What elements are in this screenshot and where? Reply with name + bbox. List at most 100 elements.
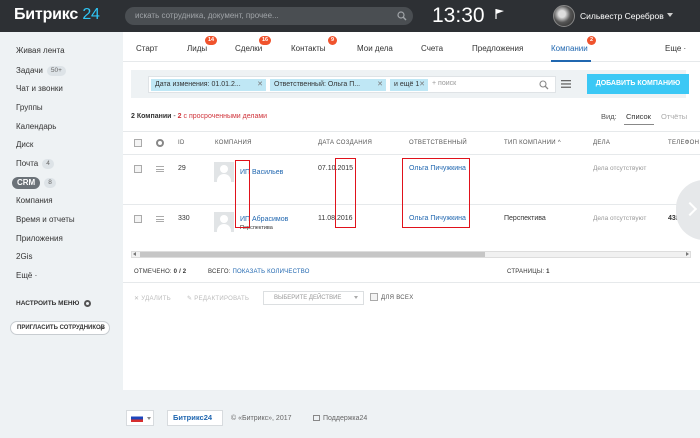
cell-id: 330: [178, 215, 190, 222]
column-header-deals[interactable]: ДЕЛА: [593, 140, 610, 146]
tab-leads[interactable]: Лиды: [187, 44, 207, 53]
show-count-link[interactable]: ПОКАЗАТЬ КОЛИЧЕСТВО: [232, 269, 309, 275]
sidebar-item-time-reports[interactable]: Время и отчеты: [16, 213, 75, 227]
support-link[interactable]: Поддержка24: [313, 415, 367, 422]
view-list-tab[interactable]: Список: [626, 112, 651, 121]
sidebar-item-apps[interactable]: Приложения: [16, 232, 63, 246]
cell-deals: Дела отсутствуют: [593, 165, 647, 172]
row-menu-icon[interactable]: [156, 166, 164, 172]
scrollbar-thumb[interactable]: [140, 252, 485, 257]
close-icon[interactable]: ✕: [377, 79, 383, 91]
scroll-right-button[interactable]: [676, 180, 700, 240]
sidebar-item-chat[interactable]: Чат и звонки: [16, 82, 63, 96]
sidebar-item-calendar[interactable]: Календарь: [16, 120, 56, 134]
column-header-company-type[interactable]: ТИП КОМПАНИИ ^: [504, 140, 561, 146]
tab-invoices[interactable]: Счета: [421, 44, 443, 53]
cell-company-type: Перспектива: [504, 215, 546, 222]
overdue-link[interactable]: 2 с просроченными делами: [178, 113, 267, 120]
main-panel: Старт Лиды 14 Сделки 16 Контакты 9 Мои д…: [123, 32, 700, 390]
sidebar-item-crm[interactable]: CRM 8: [12, 176, 56, 190]
company-avatar: [214, 162, 234, 182]
tab-more[interactable]: Еще ·: [665, 44, 686, 53]
tab-contacts[interactable]: Контакты: [291, 44, 326, 53]
user-avatar[interactable]: [553, 5, 575, 27]
chevron-down-icon: [147, 417, 151, 420]
filter-search-placeholder: + поиск: [432, 80, 457, 87]
filter-chip[interactable]: и ещё 1 ✕: [390, 79, 428, 91]
tab-deals[interactable]: Сделки: [235, 44, 262, 53]
user-name[interactable]: Сильвестр Серебров: [580, 11, 664, 21]
crm-tabs: Старт Лиды 14 Сделки 16 Контакты 9 Мои д…: [123, 32, 700, 62]
bitrix24-badge[interactable]: Битрикс24: [167, 410, 223, 426]
group-actions: ✕ УДАЛИТЬ ✎ РЕДАКТИРОВАТЬ ВЫБЕРИТЕ ДЕЙСТ…: [123, 286, 700, 308]
plus-icon: +: [98, 323, 104, 333]
column-header-responsible[interactable]: ОТВЕТСТВЕННЫЙ: [409, 140, 467, 146]
edit-button[interactable]: ✎ РЕДАКТИРОВАТЬ: [187, 295, 249, 302]
tab-quotes[interactable]: Предложения: [472, 44, 523, 53]
row-menu-icon[interactable]: [156, 216, 164, 222]
gear-icon: [84, 300, 92, 307]
sidebar-item-groups[interactable]: Группы: [16, 101, 43, 115]
column-header-id[interactable]: ID: [178, 140, 185, 146]
logo[interactable]: Битрикс 24: [14, 6, 100, 24]
tab-start[interactable]: Старт: [136, 44, 158, 53]
sidebar-item-mail[interactable]: Почта 4: [16, 157, 54, 171]
companies-summary: 2 Компании - 2 с просроченными делами: [131, 113, 268, 120]
counter-badge: 4: [42, 158, 54, 169]
column-header-phone[interactable]: ТЕЛЕФОН: [668, 140, 699, 146]
language-selector[interactable]: [126, 410, 154, 426]
tab-companies[interactable]: Компании: [551, 44, 588, 53]
tab-counter: 9: [328, 36, 338, 45]
gear-icon[interactable]: [156, 139, 164, 147]
filter-bar: Дата изменения: 01.01.2... ✕ Ответственны…: [131, 70, 689, 98]
sidebar: Живая лента Задачи 50+ Чат и звонки Групп…: [0, 32, 123, 438]
list-settings-icon[interactable]: [561, 80, 571, 88]
sidebar-item-live-feed[interactable]: Живая лента: [16, 44, 65, 58]
for-all-checkbox[interactable]: [370, 293, 378, 301]
tab-my-activities[interactable]: Мои дела: [357, 44, 393, 53]
flag-ru-icon: [131, 414, 143, 422]
chevron-down-icon[interactable]: [667, 13, 673, 17]
column-header-created[interactable]: ДАТА СОЗДАНИЯ: [318, 140, 372, 146]
global-search[interactable]: искать сотрудника, документ, прочее...: [125, 7, 413, 25]
view-label: Вид:: [601, 112, 617, 121]
search-icon[interactable]: [397, 11, 407, 21]
horizontal-scrollbar[interactable]: [131, 251, 691, 258]
configure-menu-button[interactable]: НАСТРОИТЬ МЕНЮ: [16, 300, 92, 307]
tab-counter: 16: [259, 36, 272, 45]
highlight-box: [235, 160, 250, 228]
tab-counter: 2: [587, 36, 597, 45]
sidebar-item-more[interactable]: Ещё ·: [16, 269, 37, 283]
clock[interactable]: 13:30: [432, 4, 485, 28]
tab-counter: 14: [205, 36, 218, 45]
sidebar-item-disk[interactable]: Диск: [16, 138, 33, 152]
filter-chip[interactable]: Ответственный: Ольга П... ✕: [270, 79, 386, 91]
view-reports-tab[interactable]: Отчёты: [661, 112, 687, 121]
sidebar-item-tasks[interactable]: Задачи 50+: [16, 64, 66, 78]
row-checkbox[interactable]: [134, 215, 142, 223]
counter-badge: 50+: [46, 65, 66, 76]
sidebar-item-2gis[interactable]: 2Gis: [16, 250, 32, 264]
select-all-checkbox[interactable]: [134, 139, 142, 147]
grid-footer: ОТМЕЧЕНО: 0 / 2 ВСЕГО: ПОКАЗАТЬ КОЛИЧЕСТ…: [123, 261, 700, 283]
close-icon[interactable]: ✕: [419, 79, 425, 91]
flag-icon[interactable]: [494, 8, 506, 20]
search-icon[interactable]: [539, 80, 549, 90]
action-select[interactable]: ВЫБЕРИТЕ ДЕЙСТВИЕ: [263, 291, 364, 305]
row-checkbox[interactable]: [134, 165, 142, 173]
sidebar-item-company[interactable]: Компания: [16, 194, 53, 208]
selected-count: ОТМЕЧЕНО: 0 / 2: [134, 269, 187, 275]
close-icon[interactable]: ✕: [257, 79, 263, 91]
top-bar: Битрикс 24 искать сотрудника, документ, …: [0, 0, 700, 32]
add-company-button[interactable]: ДОБАВИТЬ КОМПАНИЮ: [587, 74, 689, 94]
support-icon: [313, 415, 320, 422]
filter-chip[interactable]: Дата изменения: 01.01.2... ✕: [151, 79, 266, 91]
pages-info: СТРАНИЦЫ: 1: [507, 269, 550, 275]
delete-button[interactable]: ✕ УДАЛИТЬ: [134, 295, 171, 302]
filter-search-field[interactable]: Дата изменения: 01.01.2... ✕ Ответственны…: [148, 76, 556, 93]
scroll-right-arrow-icon[interactable]: [686, 252, 689, 256]
column-header-company[interactable]: КОМПАНИЯ: [215, 140, 252, 146]
invite-employees-button[interactable]: ПРИГЛАСИТЬ СОТРУДНИКОВ +: [10, 321, 110, 335]
highlight-box: [402, 158, 470, 228]
scroll-left-arrow-icon[interactable]: [133, 252, 136, 256]
